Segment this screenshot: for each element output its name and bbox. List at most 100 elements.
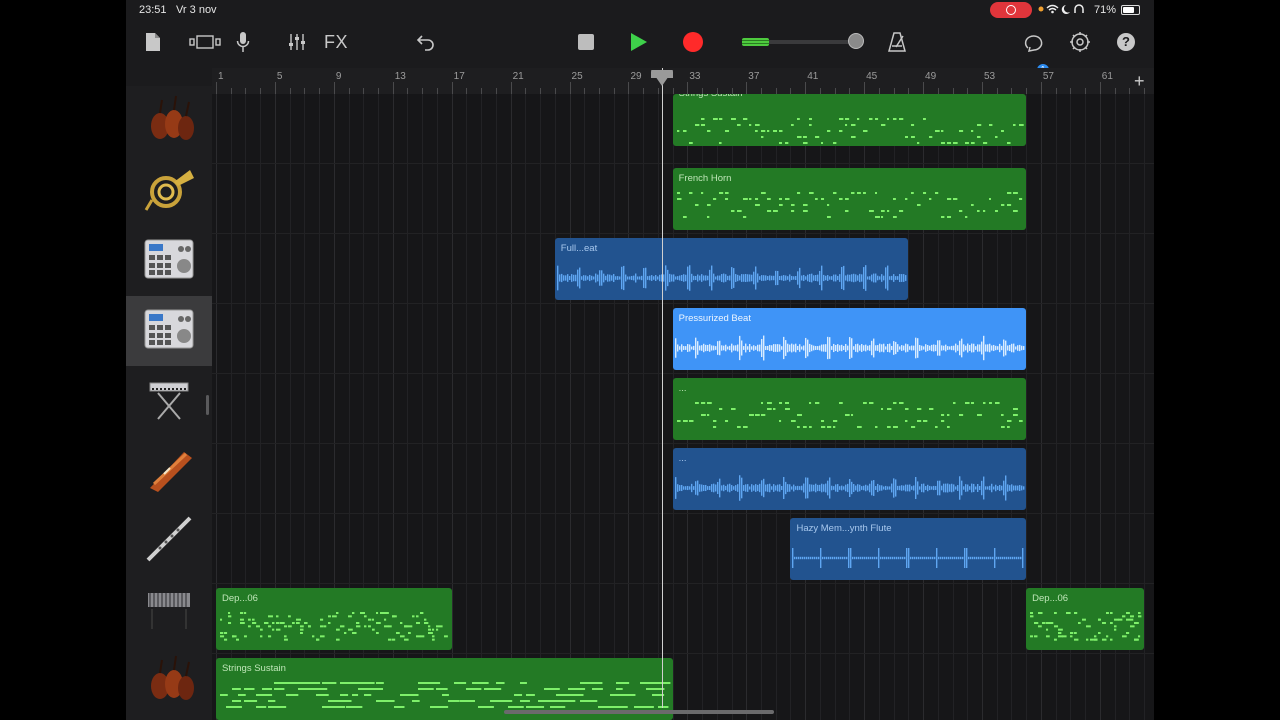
waveform-sample: [648, 275, 651, 281]
settings-button[interactable]: [1069, 29, 1091, 55]
waveform-sample: [932, 556, 934, 560]
region[interactable]: Full...eat: [554, 238, 909, 300]
waveform-sample: [928, 556, 930, 560]
midi-note: [658, 706, 669, 708]
midi-note: [1078, 622, 1081, 624]
waveform-sample: [818, 556, 820, 560]
waveform-sample: [744, 273, 747, 283]
waveform-sample: [970, 343, 973, 353]
waveform-sample: [754, 484, 757, 492]
region[interactable]: Dep...06: [1026, 588, 1144, 650]
french-horn-icon: [142, 164, 196, 219]
waveform-sample: [686, 266, 689, 290]
track-lane-5[interactable]: ...: [212, 374, 1154, 444]
midi-note: [832, 192, 837, 194]
track-lane-6[interactable]: ...: [212, 444, 1154, 514]
waveform-sample: [642, 268, 645, 288]
waveform-sample: [852, 556, 854, 560]
home-indicator[interactable]: [504, 710, 774, 714]
track-header-1[interactable]: [126, 86, 212, 156]
waveform-sample: [630, 275, 633, 281]
midi-note: [868, 118, 872, 120]
midi-note: [508, 706, 524, 708]
loop-browser-button[interactable]: [1024, 29, 1046, 55]
midi-note: [1114, 625, 1117, 628]
midi-note: [320, 635, 325, 638]
waveform-sample: [720, 274, 723, 282]
master-volume-slider[interactable]: [742, 33, 864, 49]
midi-note: [424, 688, 434, 690]
track-header-resize-handle[interactable]: [206, 395, 209, 415]
waveform-sample: [874, 556, 876, 560]
waveform-sample: [802, 345, 805, 351]
region[interactable]: ...: [672, 448, 1027, 510]
waveform-sample: [958, 340, 961, 356]
midi-note: [1034, 635, 1038, 638]
midi-note: [874, 216, 880, 218]
view-toggle-button[interactable]: [189, 29, 221, 55]
timeline-ruler[interactable]: 1 5 9 13 17 21 25 29 33 37 41 45 49 53 57 61: [212, 68, 1154, 95]
waveform-sample: [776, 484, 779, 492]
waveform-sample: [926, 345, 929, 351]
track-lane-2[interactable]: French Horn: [212, 164, 1154, 234]
waveform-sample: [1016, 485, 1019, 491]
midi-note: [224, 632, 228, 634]
region[interactable]: French Horn: [672, 168, 1027, 230]
record-button[interactable]: [681, 29, 705, 55]
region[interactable]: ...: [672, 378, 1027, 440]
track-header-5[interactable]: [126, 366, 212, 436]
play-button[interactable]: [628, 29, 650, 55]
toolbar: FX 1 ?: [126, 20, 1154, 76]
screen-recording-indicator-icon[interactable]: [990, 2, 1032, 18]
waveform-sample: [780, 346, 783, 350]
input-microphone-button[interactable]: [235, 29, 251, 55]
waveform-sample: [676, 276, 679, 280]
waveform-sample: [892, 478, 895, 498]
region[interactable]: Dep...06: [216, 588, 452, 650]
waveform-sample: [766, 276, 769, 280]
mixer-button[interactable]: [287, 29, 307, 55]
track-header-4[interactable]: [126, 296, 212, 366]
add-section-button[interactable]: +: [1134, 72, 1145, 90]
track-lane-1[interactable]: Strings Sustain: [212, 94, 1154, 164]
waveform-sample: [666, 269, 669, 287]
waveform-sample: [964, 345, 967, 351]
track-header-8[interactable]: [126, 576, 212, 646]
region[interactable]: Strings Sustain: [672, 94, 1027, 146]
region[interactable]: Pressurized Beat: [672, 308, 1027, 370]
track-header-2[interactable]: [126, 156, 212, 226]
waveform-sample: [794, 556, 796, 560]
midi-note: [820, 198, 824, 200]
ruler-bar-label: 41: [807, 71, 819, 82]
midi-note: [296, 622, 300, 624]
volume-knob[interactable]: [847, 33, 864, 49]
waveform-sample: [894, 276, 897, 280]
midi-note: [252, 622, 255, 624]
waveform-sample: [818, 484, 821, 492]
midi-note: [736, 210, 742, 212]
track-lane-7[interactable]: Hazy Mem...ynth Flute: [212, 514, 1154, 584]
waveform-sample: [948, 346, 951, 350]
midi-note: [432, 638, 435, 641]
track-header-9[interactable]: [126, 646, 212, 716]
region[interactable]: Hazy Mem...ynth Flute: [790, 518, 1027, 580]
undo-button[interactable]: [415, 29, 437, 55]
help-button[interactable]: ?: [1115, 29, 1137, 55]
midi-note: [682, 130, 687, 132]
playhead-handle-tip[interactable]: [650, 70, 673, 86]
track-lane-4[interactable]: Pressurized Beat: [212, 304, 1154, 374]
track-lane-8[interactable]: Dep...06 Dep...06: [212, 584, 1154, 654]
my-songs-button[interactable]: [144, 29, 162, 55]
track-header-7[interactable]: [126, 506, 212, 576]
waveform-sample: [900, 485, 903, 491]
waveform-sample: [700, 274, 703, 282]
ruler-bar-label: 5: [276, 71, 283, 82]
track-header-3[interactable]: [126, 226, 212, 296]
midi-note: [826, 204, 829, 206]
track-lanes[interactable]: Strings Sustain French Horn Full...eat Pres…: [212, 94, 1154, 720]
track-lane-3[interactable]: Full...eat: [212, 234, 1154, 304]
track-header-6[interactable]: [126, 436, 212, 506]
stop-button[interactable]: [576, 29, 596, 55]
fx-button[interactable]: FX: [323, 29, 349, 55]
metronome-button[interactable]: [886, 29, 908, 55]
